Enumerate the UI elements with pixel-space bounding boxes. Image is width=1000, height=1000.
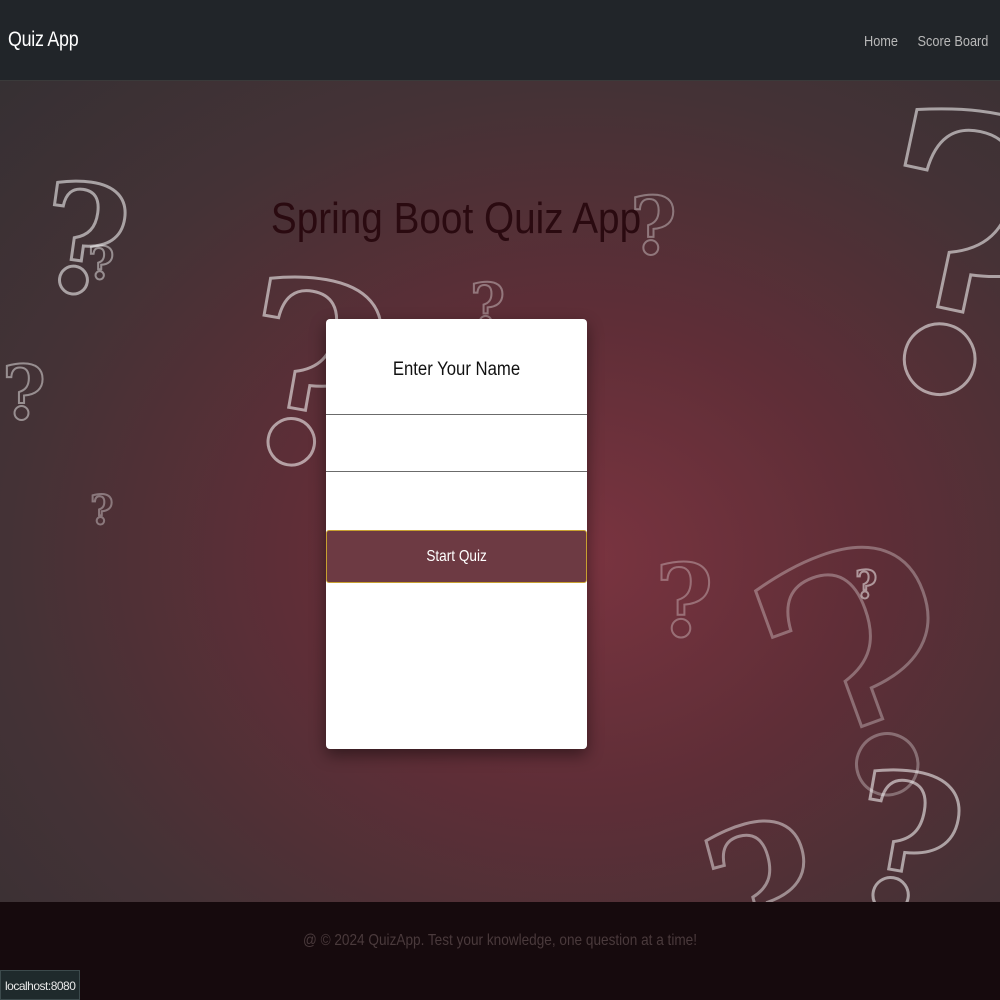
name-form-card: Enter Your Name Start Quiz	[326, 319, 587, 749]
nav-links: Home Score Board	[851, 33, 988, 50]
page-title: Spring Boot Quiz App	[270, 194, 642, 243]
name-input[interactable]	[326, 414, 587, 472]
question-mark-icon: ?	[87, 237, 115, 290]
top-navbar: Quiz App Home Score Board	[0, 0, 1000, 81]
brand-link[interactable]: Quiz App	[8, 28, 79, 52]
footer-text: @ © 2024 QuizApp. Test your knowledge, o…	[302, 932, 698, 949]
nav-scoreboard-link[interactable]: Score Board	[917, 33, 988, 50]
status-bar-url: localhost:8080	[0, 970, 81, 1000]
page-footer: @ © 2024 QuizApp. Test your knowledge, o…	[0, 902, 1000, 1000]
hero-background: ? ? ? ? ? ? ? ? ? ? ? ? ? Spring Boot Qu…	[0, 81, 1000, 902]
question-mark-icon: ?	[89, 487, 114, 534]
nav-home-link[interactable]: Home	[864, 33, 898, 50]
name-field-label: Enter Your Name	[392, 359, 521, 380]
question-mark-icon: ?	[1, 349, 47, 437]
question-mark-icon: ?	[854, 562, 878, 607]
start-quiz-button[interactable]: Start Quiz	[326, 530, 587, 583]
question-mark-icon: ?	[654, 542, 715, 660]
question-mark-icon: ?	[817, 81, 1000, 504]
start-quiz-label: Start Quiz	[426, 547, 487, 565]
